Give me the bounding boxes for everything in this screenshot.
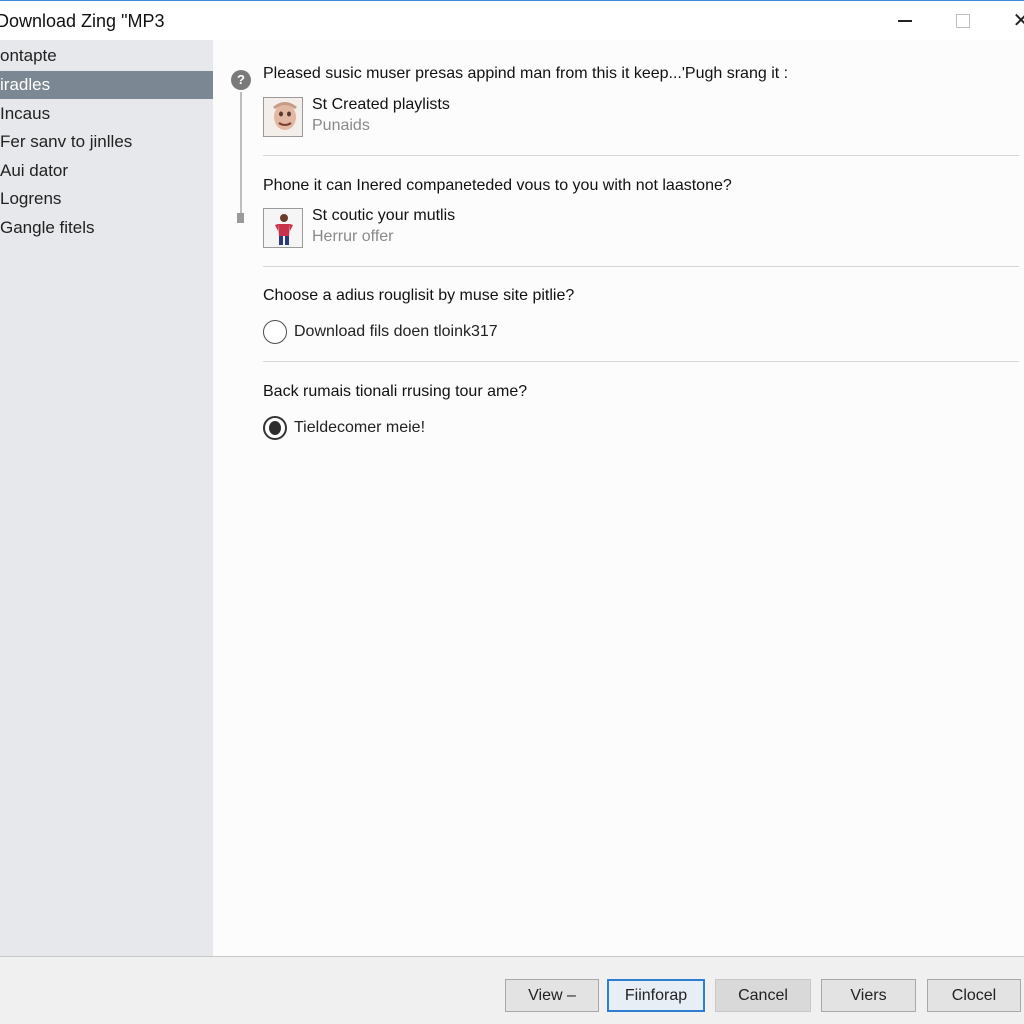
maximize-icon [956, 14, 970, 28]
item-title-1[interactable]: St Created playlists [312, 96, 450, 114]
cancel-button[interactable]: Cancel [715, 979, 811, 1012]
divider [263, 361, 1019, 362]
sidebar-item-label: iradles [0, 75, 51, 94]
radio-download-label[interactable]: Download fils doen tloink317 [294, 323, 498, 341]
sidebar-item-gangle-fitels[interactable]: Gangle fitels [0, 214, 213, 242]
item-subtitle-2: Herrur offer [312, 228, 394, 245]
divider [263, 266, 1019, 267]
sidebar-item-iradles[interactable]: iradles [0, 71, 213, 99]
minimize-icon [898, 20, 912, 22]
finish-button[interactable]: Fiinforap [607, 979, 705, 1012]
window-title: Download Zing "MP3 [0, 11, 165, 31]
sidebar-item-label: Incaus [0, 104, 51, 123]
radio-tieldecomer[interactable] [263, 416, 287, 440]
question-1: Pleased susic muser presas appind man fr… [263, 65, 789, 82]
title-bar: Download Zing "MP3 ✕ [0, 0, 1024, 40]
close-button[interactable]: ✕ [998, 1, 1024, 41]
face-thumbnail-icon [263, 97, 303, 137]
sidebar-item-logrens[interactable]: Logrens [0, 185, 213, 213]
sidebar-item-fer-sanv[interactable]: Fer sanv to jinlles [0, 128, 213, 156]
question-3: Choose a adius rouglisit by muse site pi… [263, 287, 575, 304]
sidebar-item-incaus[interactable]: Incaus [0, 100, 213, 128]
question-4: Back rumais tionali rrusing tour ame? [263, 383, 528, 400]
view-button[interactable]: View – [505, 979, 599, 1012]
sidebar-item-aui-dator[interactable]: Aui dator [0, 157, 213, 185]
radio-tieldecomer-label[interactable]: Tieldecomer meie! [294, 419, 425, 437]
sidebar: ontapte iradles Incaus Fer sanv to jinll… [0, 40, 213, 956]
timeline-tick [237, 213, 244, 223]
timeline-line [240, 92, 242, 220]
sidebar-item-label: Gangle fitels [0, 218, 95, 237]
sidebar-item-label: Aui dator [0, 161, 69, 180]
divider [263, 155, 1019, 156]
maximize-button[interactable] [940, 1, 986, 41]
clocel-button[interactable]: Clocel [927, 979, 1021, 1012]
sidebar-item-label: ontapte [0, 46, 57, 65]
item-title-2[interactable]: St coutic your mutlis [312, 207, 455, 225]
figure-thumbnail-icon [263, 208, 303, 248]
sidebar-item-label: Fer sanv to jinlles [0, 132, 133, 151]
item-subtitle-1: Punaids [312, 117, 370, 134]
minimize-button[interactable] [882, 1, 928, 41]
radio-selected-dot [269, 421, 281, 435]
sidebar-item-label: Logrens [0, 189, 62, 208]
radio-download[interactable] [263, 320, 287, 344]
close-icon: ✕ [1012, 10, 1024, 32]
viers-button[interactable]: Viers [821, 979, 916, 1012]
question-2: Phone it can Inered companeteded vous to… [263, 177, 732, 194]
sidebar-item-ontapte[interactable]: ontapte [0, 42, 213, 70]
help-icon[interactable]: ? [231, 70, 251, 90]
app-window: Download Zing "MP3 ✕ ontapte iradles Inc… [0, 0, 1024, 1024]
